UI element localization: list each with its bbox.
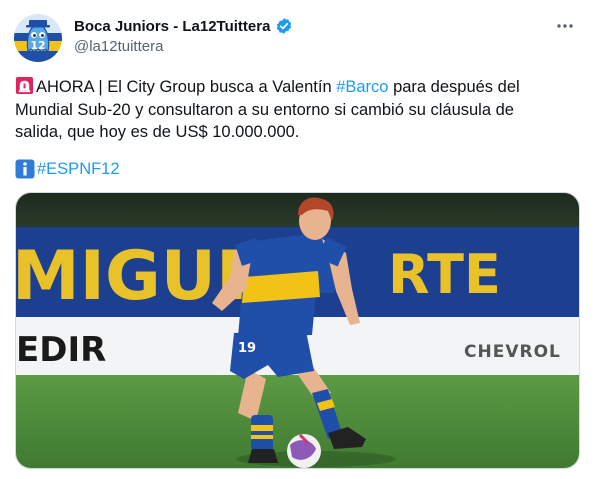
author-handle[interactable]: @la12tuittera [74, 38, 293, 55]
ad-text-right: CHEVROL [464, 342, 561, 362]
avatar-number: 12 [30, 39, 45, 52]
tag-line: #ESPNF12 [15, 158, 120, 180]
hashtag-espnf12-link[interactable]: #ESPNF12 [37, 158, 120, 180]
rotating-light-icon [15, 76, 34, 95]
tweet-text-segment: AHORA | El City Group busca a Valentín [36, 78, 337, 96]
tweet-text-segment: para después del [388, 78, 520, 96]
tweet-text-line-3: salida, que hoy es de US$ 10.000.000. [15, 123, 300, 141]
hashtag-barco-link[interactable]: #Barco [336, 78, 388, 96]
more-options-button[interactable] [553, 14, 577, 38]
verified-badge-icon [277, 18, 292, 34]
boca-ghost-avatar-icon: 12 [14, 14, 62, 62]
tweet-photo[interactable]: MIGUE RTE EDIR CHEVROL 19 [15, 192, 580, 469]
banner-text-right: RTE [388, 243, 501, 306]
more-options-icon [557, 24, 573, 28]
tweet-author: Boca Juniors - La12Tuittera @la12tuitter… [74, 17, 293, 55]
jersey-number: 19 [238, 341, 256, 356]
information-icon [15, 159, 35, 179]
player-photo: MIGUE RTE EDIR CHEVROL 19 [16, 193, 579, 468]
ad-text-left: EDIR [16, 330, 106, 370]
tweet-text-line-1: AHORA | El City Group busca a Valentín #… [15, 76, 580, 99]
avatar[interactable]: 12 [14, 14, 62, 62]
tweet-text: AHORA | El City Group busca a Valentín #… [15, 76, 580, 144]
tweet-text-line-2: Mundial Sub-20 y consultaron a su entorn… [15, 100, 514, 119]
author-display-name[interactable]: Boca Juniors - La12Tuittera [74, 18, 270, 35]
